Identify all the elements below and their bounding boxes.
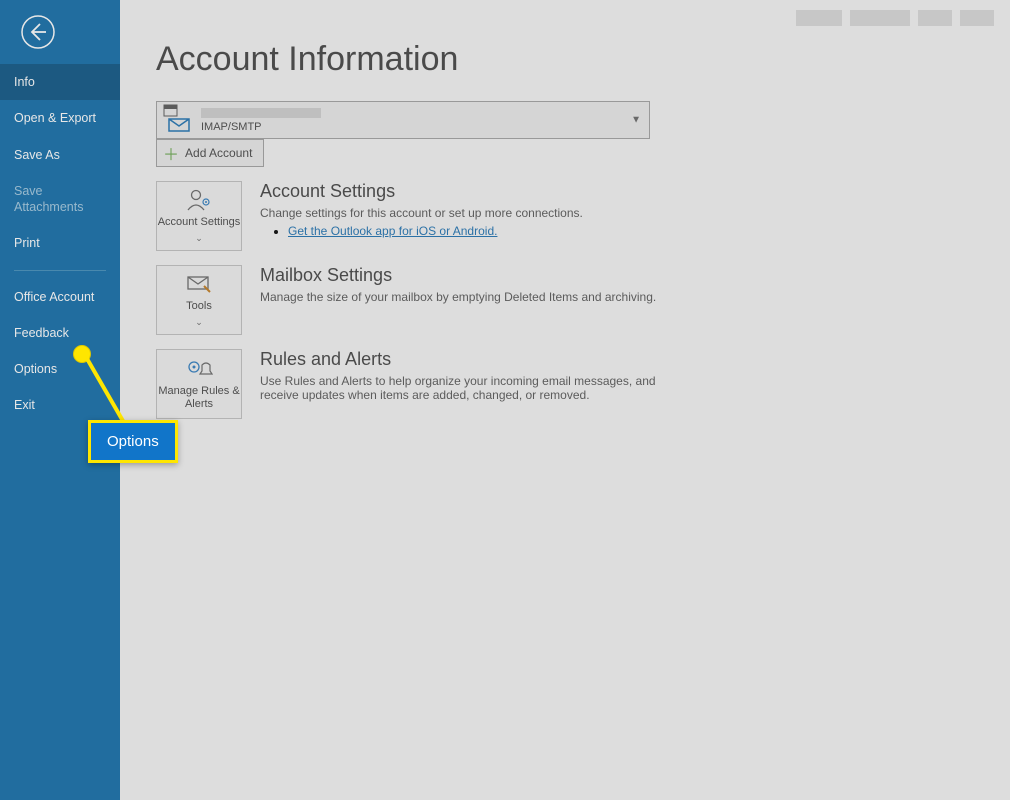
sidebar-item-feedback[interactable]: Feedback: [0, 315, 120, 351]
section-desc-account-settings: Change settings for this account or set …: [260, 206, 583, 220]
chevron-down-icon: ⌄: [195, 317, 203, 328]
section-title-mailbox: Mailbox Settings: [260, 265, 656, 286]
page-title: Account Information: [156, 40, 1010, 79]
window-controls: [796, 10, 994, 26]
placeholder: [796, 10, 842, 26]
sidebar-item-info[interactable]: Info: [0, 64, 120, 100]
sidebar-item-exit[interactable]: Exit: [0, 387, 120, 423]
add-account-label: Add Account: [185, 146, 252, 160]
back-button[interactable]: [0, 0, 120, 64]
add-account-button[interactable]: ＋ Add Account: [156, 139, 264, 167]
mailbox-tool-icon: [185, 272, 213, 296]
sidebar-item-save-as[interactable]: Save As: [0, 137, 120, 173]
outlook-app-link[interactable]: Get the Outlook app for iOS or Android.: [288, 224, 497, 238]
placeholder: [960, 10, 994, 26]
section-desc-mailbox: Manage the size of your mailbox by empty…: [260, 290, 656, 304]
plus-icon: ＋: [163, 141, 179, 165]
gear-bell-icon: [185, 357, 213, 381]
annotation-callout: Options: [88, 420, 178, 463]
rules-alerts-button[interactable]: Manage Rules & Alerts: [156, 349, 242, 419]
main-content: Account Information IMAP/SMTP ▼ ＋ Add Ac…: [120, 0, 1010, 800]
chevron-down-icon: ⌄: [195, 233, 203, 244]
backstage-sidebar: Info Open & Export Save As Save Attachme…: [0, 0, 120, 800]
user-gear-icon: [185, 188, 213, 212]
placeholder: [850, 10, 910, 26]
section-title-rules: Rules and Alerts: [260, 349, 680, 370]
section-title-account-settings: Account Settings: [260, 181, 583, 202]
sidebar-item-open-export[interactable]: Open & Export: [0, 100, 120, 136]
sidebar-item-save-attachments: Save Attachments: [0, 173, 120, 226]
back-arrow-icon: [20, 14, 56, 50]
account-icon: [163, 104, 193, 137]
tools-button[interactable]: Tools ⌄: [156, 265, 242, 335]
tools-button-label: Tools: [186, 300, 212, 313]
account-email-redacted: [201, 108, 321, 118]
rules-alerts-button-label: Manage Rules & Alerts: [157, 385, 241, 411]
section-desc-rules: Use Rules and Alerts to help organize yo…: [260, 374, 680, 402]
account-picker[interactable]: IMAP/SMTP ▼: [156, 101, 650, 139]
sidebar-item-office-account[interactable]: Office Account: [0, 279, 120, 315]
chevron-down-icon: ▼: [631, 115, 641, 126]
sidebar-separator: [14, 270, 106, 271]
sidebar-item-print[interactable]: Print: [0, 225, 120, 261]
placeholder: [918, 10, 952, 26]
account-settings-button-label: Account Settings: [158, 216, 241, 229]
account-settings-button[interactable]: Account Settings ⌄: [156, 181, 242, 251]
account-type: IMAP/SMTP: [201, 121, 321, 133]
